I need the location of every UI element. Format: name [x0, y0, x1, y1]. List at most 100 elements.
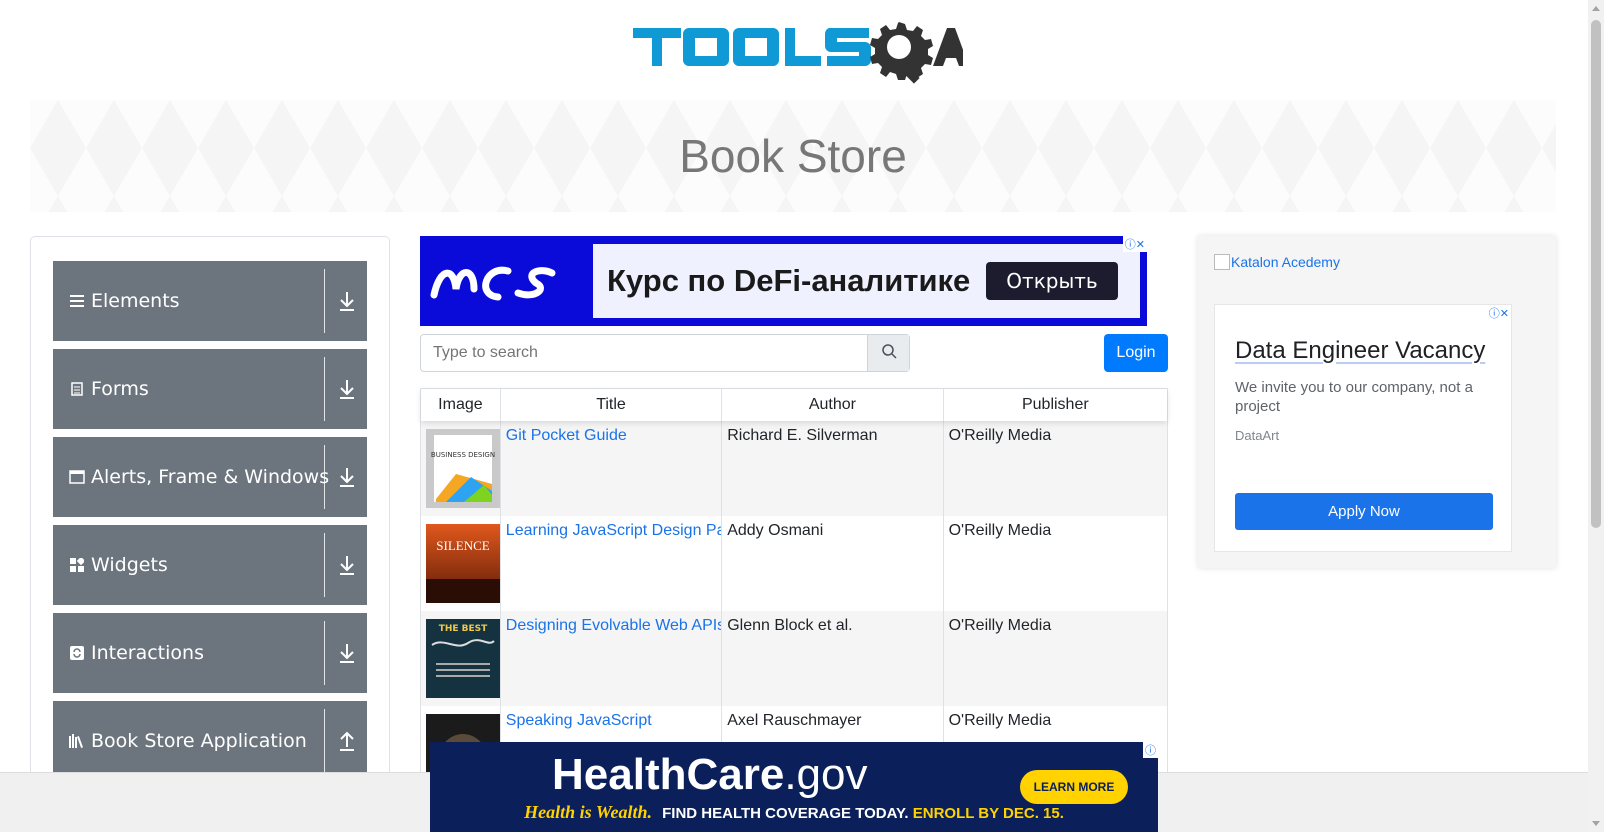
- divider: [324, 709, 325, 773]
- brand-bold: HealthCare: [552, 750, 785, 799]
- book-author: Richard E. Silverman: [722, 421, 944, 516]
- book-publisher: O'Reilly Media: [948, 617, 1052, 634]
- katalon-alt-text: Katalon Acedemy: [1231, 254, 1340, 270]
- ad-headline: Курс по DeFi-аналитике: [607, 263, 971, 298]
- book-cover-cell: BUSINESS DESIGN: [421, 421, 501, 516]
- brand-rest: .gov: [784, 750, 868, 799]
- cover-text: BUSINESS DESIGN: [431, 451, 495, 459]
- job-company: DataArt: [1235, 428, 1280, 443]
- job-title[interactable]: Data Engineer Vacancy: [1235, 335, 1491, 366]
- defi-course-ad[interactable]: Курс по DeFi-аналитике Открыть ⓘ✕: [420, 236, 1147, 326]
- adchoices-icon[interactable]: ⓘ✕: [1122, 236, 1147, 252]
- learn-more-button[interactable]: LEARN MORE: [1020, 770, 1128, 804]
- book-publisher: O'Reilly Media: [948, 522, 1052, 539]
- adchoices-icon[interactable]: ⓘ: [1143, 742, 1158, 758]
- page-banner: Book Store: [30, 100, 1556, 212]
- table-row: THE BEST Designing Evolvable Web APIs wi…: [421, 611, 1167, 706]
- book-title-cell: Learning JavaScript Design Patterns: [501, 516, 723, 611]
- right-ad-panel: Katalon Acedemy ⓘ✕ Data Engineer Vacancy…: [1198, 236, 1556, 568]
- healthcare-tagline: Health is Wealth. FIND HEALTH COVERAGE T…: [430, 802, 1158, 823]
- healthcare-ad[interactable]: HealthCare.gov Health is Wealth. FIND HE…: [430, 742, 1158, 832]
- apply-now-button[interactable]: Apply Now: [1235, 493, 1493, 530]
- healthcare-brand: HealthCare.gov: [552, 750, 867, 800]
- book-title-link[interactable]: Speaking JavaScript: [506, 712, 652, 729]
- column-header-image[interactable]: Image: [421, 389, 501, 421]
- book-title-cell: Designing Evolvable Web APIs with ASP.NE…: [501, 611, 723, 706]
- cover-text: THE BEST: [439, 624, 488, 634]
- hamburger-icon: [69, 295, 85, 307]
- page-scrollbar[interactable]: [1588, 0, 1604, 832]
- book-title-link[interactable]: Git Pocket Guide: [506, 427, 627, 444]
- page-title: Book Store: [679, 130, 907, 182]
- book-publisher: O'Reilly Media: [948, 427, 1052, 444]
- book-title-link[interactable]: Designing Evolvable Web APIs with ASP.NE…: [506, 617, 721, 634]
- sidebar-group-widgets[interactable]: Widgets: [53, 525, 367, 605]
- sidebar: Elements Forms Alerts, Frame & Windows W…: [30, 236, 390, 796]
- sidebar-group-elements[interactable]: Elements: [53, 261, 367, 341]
- divider: [324, 269, 325, 333]
- ad-panel: Курс по DeFi-аналитике Открыть: [593, 244, 1140, 318]
- sidebar-group-label: Book Store Application: [91, 730, 307, 752]
- katalon-ad-image[interactable]: Katalon Acedemy: [1214, 254, 1540, 270]
- tagline-script: Health is Wealth.: [524, 802, 652, 822]
- column-header-publisher[interactable]: Publisher: [944, 389, 1167, 421]
- search-icon: [881, 343, 897, 363]
- book-cover-image: BUSINESS DESIGN: [426, 429, 500, 508]
- download-arrow-icon[interactable]: [337, 465, 357, 489]
- download-arrow-icon[interactable]: [337, 289, 357, 313]
- search-box: [420, 334, 910, 372]
- scrollbar-thumb[interactable]: [1591, 20, 1601, 528]
- book-title-cell: Git Pocket Guide: [501, 421, 723, 516]
- book-title-link[interactable]: Learning JavaScript Design Patterns: [506, 522, 721, 539]
- ad-open-button[interactable]: Открыть: [986, 262, 1118, 300]
- sidebar-group-label: Alerts, Frame & Windows: [91, 466, 330, 488]
- ad-logo: [420, 236, 570, 326]
- broken-image-icon: [1214, 254, 1230, 270]
- job-ad-card[interactable]: ⓘ✕ Data Engineer Vacancy We invite you t…: [1214, 304, 1512, 552]
- job-description: We invite you to our company, not a proj…: [1235, 379, 1473, 415]
- table-row: SILENCE Learning JavaScript Design Patte…: [421, 516, 1167, 611]
- download-arrow-icon[interactable]: [337, 377, 357, 401]
- document-icon: [69, 382, 85, 396]
- sidebar-group-label: Elements: [91, 290, 180, 312]
- book-author: Addy Osmani: [722, 516, 944, 611]
- sidebar-group-alerts[interactable]: Alerts, Frame & Windows: [53, 437, 367, 517]
- window-icon: [69, 470, 85, 484]
- sidebar-group-book-store[interactable]: Book Store Application: [53, 701, 367, 781]
- scroll-down-arrow-icon[interactable]: [1592, 821, 1600, 826]
- login-button[interactable]: Login: [1104, 334, 1168, 372]
- book-author: Glenn Block et al.: [722, 611, 944, 706]
- sync-icon: [69, 646, 85, 660]
- sidebar-group-forms[interactable]: Forms: [53, 349, 367, 429]
- divider: [324, 533, 325, 597]
- search-button[interactable]: [867, 335, 909, 371]
- book-cover-cell: SILENCE: [421, 516, 501, 611]
- table-header: Image Title Author Publisher: [421, 389, 1167, 421]
- toolsqa-logo[interactable]: [633, 14, 969, 92]
- column-header-title[interactable]: Title: [501, 389, 723, 421]
- sidebar-group-label: Widgets: [91, 554, 168, 576]
- book-cover-cell: THE BEST: [421, 611, 501, 706]
- download-arrow-icon[interactable]: [337, 553, 357, 577]
- tagline-mid: FIND HEALTH COVERAGE TODAY.: [662, 805, 909, 822]
- sidebar-group-label: Forms: [91, 378, 149, 400]
- book-cover-image: SILENCE: [426, 524, 500, 603]
- upload-arrow-icon[interactable]: [337, 729, 357, 753]
- search-input[interactable]: [421, 335, 867, 371]
- books-table: Image Title Author Publisher BUSINESS DE…: [420, 388, 1168, 802]
- divider: [324, 357, 325, 421]
- download-arrow-icon[interactable]: [337, 641, 357, 665]
- adchoices-icon[interactable]: ⓘ✕: [1486, 305, 1511, 321]
- widgets-icon: [69, 558, 85, 572]
- scroll-up-arrow-icon[interactable]: [1592, 6, 1600, 11]
- book-cover-image: THE BEST: [426, 619, 500, 698]
- divider: [324, 621, 325, 685]
- cover-text: SILENCE: [436, 538, 490, 553]
- column-header-author[interactable]: Author: [722, 389, 944, 421]
- sidebar-group-label: Interactions: [91, 642, 204, 664]
- sidebar-group-interactions[interactable]: Interactions: [53, 613, 367, 693]
- books-icon: [69, 734, 85, 748]
- tagline-end: ENROLL BY DEC. 15.: [912, 805, 1064, 822]
- table-row: BUSINESS DESIGN Git Pocket Guide Richard…: [421, 421, 1167, 516]
- divider: [324, 445, 325, 509]
